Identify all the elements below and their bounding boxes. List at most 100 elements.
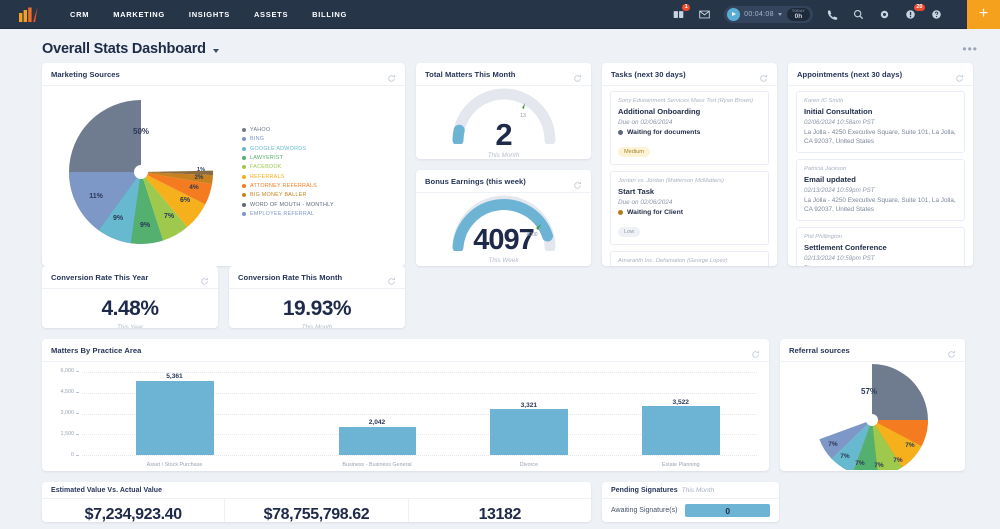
bar-plot-area: 5,361 2,042 3,321 3,522 Asset / Stock Pu…	[82, 372, 757, 468]
appointment-item[interactable]: Karen IC Smith Initial Consultation 02/0…	[796, 91, 965, 153]
bar-asset-stock-purchase[interactable]	[136, 380, 214, 455]
refresh-icon[interactable]	[955, 70, 964, 82]
legend-item[interactable]: LAWYERIST	[242, 155, 334, 161]
time-tracker-widget[interactable]: 00:04:08 TODAY 0h	[724, 5, 813, 23]
refresh-icon[interactable]	[387, 273, 396, 285]
task-item[interactable]: Jordan vs. Jordan (Matterson McMatters) …	[610, 171, 769, 245]
page-options-menu[interactable]: •••	[962, 42, 978, 56]
card-header: Pending Signatures This Month	[602, 482, 779, 499]
stat-value: 19.93%	[282, 297, 352, 320]
task-due: Due on 02/06/2024	[618, 119, 673, 126]
referral-pie-label-1: 7%	[905, 442, 915, 449]
y-tick-label: 4,500	[60, 389, 75, 395]
legend-item[interactable]: EMPLOYEE REFERRAL	[242, 211, 334, 217]
pie-chart-marketing: 50% 11% 9% 9% 7% 6% 4% 2% 1%	[68, 100, 214, 245]
card-pending-signatures: Pending Signatures This Month Awaiting S…	[602, 482, 779, 522]
alerts-icon[interactable]: 20	[904, 3, 925, 21]
card-estimated-vs-actual: Estimated Value Vs. Actual Value $7,234,…	[42, 482, 591, 522]
appointment-client: Patricia Jackson	[804, 166, 847, 172]
mail-icon[interactable]	[698, 8, 711, 21]
nav-link-billing[interactable]: BILLING	[312, 10, 347, 19]
timer-value: 00:04:08	[744, 10, 774, 18]
timer-play-icon[interactable]	[727, 7, 741, 21]
card-matters-by-practice-area: Matters By Practice Area 5,361 2,042 3,3…	[42, 339, 769, 471]
timer-chevron-down-icon[interactable]	[777, 12, 782, 16]
bonus-earnings-gauge: 4000 4097 This Week Goal: 4000 • Max Val…	[416, 193, 591, 266]
total-matters-gauge: 13 2 This Month Goal: 13 • Max Value: 20	[416, 86, 591, 159]
legend-label: EMPLOYEE REFERRAL	[250, 210, 315, 217]
card-title: Marketing Sources	[51, 70, 120, 79]
card-subtitle: This Month	[681, 487, 715, 494]
legend-label: ATTORNEY REFERRALS	[250, 182, 318, 189]
card-header: Marketing Sources	[42, 63, 405, 86]
phone-icon[interactable]	[826, 8, 839, 21]
refresh-icon[interactable]	[573, 70, 582, 82]
bar-estate-planning[interactable]	[642, 406, 720, 455]
nav-link-marketing[interactable]: MARKETING	[113, 10, 165, 19]
refresh-icon[interactable]	[759, 70, 768, 82]
card-conversion-year: Conversion Rate This Year 4.48% This Yea…	[42, 266, 218, 328]
refresh-icon[interactable]	[200, 273, 209, 285]
awaiting-signature-value: 0	[725, 505, 731, 516]
nav-link-assets[interactable]: ASSETS	[254, 10, 288, 19]
nav-link-insights[interactable]: INSIGHTS	[189, 10, 230, 19]
today-label: TODAY	[791, 8, 805, 13]
bar-category-label: Estate Planning	[661, 462, 700, 468]
help-icon[interactable]	[930, 8, 943, 21]
legend-item[interactable]: GOOGLE ADWORDS	[242, 146, 334, 152]
marketing-sources-chart: 50% 11% 9% 9% 7% 6% 4% 2% 1% YAHOO BING …	[42, 86, 405, 260]
card-header: Bonus Earnings (this week)	[416, 170, 591, 193]
status-dot-icon	[618, 130, 623, 135]
refresh-icon[interactable]	[751, 346, 760, 358]
dashboard-row-conversions: Conversion Rate This Year 4.48% This Yea…	[42, 266, 978, 328]
legend-item[interactable]: BIG MONEY BALLER	[242, 192, 334, 198]
stat-subtitle: This Month	[301, 324, 333, 328]
legend-item[interactable]: ATTORNEY REFERRALS	[242, 183, 334, 189]
bar-category-label: Asset / Stock Purchase	[146, 462, 203, 468]
refresh-icon[interactable]	[947, 346, 956, 358]
card-title: Appointments (next 30 days)	[797, 70, 903, 79]
legend-item[interactable]: BING	[242, 136, 334, 142]
nav-link-crm[interactable]: CRM	[70, 10, 89, 19]
add-new-button[interactable]: +	[967, 0, 1000, 29]
legend-dot-icon	[242, 137, 246, 142]
search-icon[interactable]	[852, 8, 865, 21]
y-tick-label: 0	[71, 452, 74, 458]
task-matter: Amaranth Inc. Defamation (George Lopez)	[618, 258, 728, 264]
legend-item[interactable]: FACEBOOK	[242, 164, 334, 170]
task-item[interactable]: Amaranth Inc. Defamation (George Lopez) …	[610, 251, 769, 266]
task-status-label: Waiting for documents	[627, 129, 701, 136]
card-title: Tasks (next 30 days)	[611, 70, 686, 79]
task-item[interactable]: Sony Edutainment Services Mass Tort (Rya…	[610, 91, 769, 165]
card-header: Referral sources	[780, 339, 965, 362]
pie-label-2: 9%	[113, 215, 124, 222]
appointment-item[interactable]: Patricia Jackson Email updated 02/13/202…	[796, 159, 965, 221]
legend-item[interactable]: YAHOO	[242, 127, 334, 133]
task-title: Start Task	[618, 187, 655, 196]
bar-category-label: Business - Business General	[342, 462, 412, 468]
awaiting-signature-bar[interactable]: 0	[685, 504, 770, 517]
appointment-item[interactable]: Phil Phillington Settlement Conference 0…	[796, 227, 965, 266]
actual-value: $78,755,798.62	[263, 506, 370, 522]
primary-nav-links: CRM MARKETING INSIGHTS ASSETS BILLING	[70, 10, 347, 19]
app-logo[interactable]	[0, 6, 56, 23]
bar-business-general[interactable]	[338, 426, 417, 455]
dashboard-chevron-down-icon[interactable]	[212, 48, 219, 53]
bar-divorce[interactable]	[490, 409, 568, 455]
refresh-icon[interactable]	[573, 177, 582, 189]
tasks-list[interactable]: Sony Edutainment Services Mass Tort (Rya…	[602, 86, 777, 266]
legend-item[interactable]: WORD OF MOUTH - MONTHLY	[242, 202, 334, 208]
refresh-icon[interactable]	[387, 70, 396, 82]
gear-icon[interactable]	[878, 8, 891, 21]
legend-label: LAWYERIST	[250, 155, 284, 162]
dashboard-grid: Marketing Sources 50% 11% 9% 9% 7% 6% 4%…	[0, 63, 1000, 522]
legend-item[interactable]: REFERRALS	[242, 174, 334, 180]
task-matter: Sony Edutainment Services Mass Tort (Rya…	[618, 98, 754, 104]
card-title: Estimated Value Vs. Actual Value	[51, 487, 163, 494]
stat-value: 4.48%	[101, 297, 159, 320]
bar-category-label: Divorce	[519, 462, 538, 468]
card-header: Total Matters This Month	[416, 63, 591, 86]
appointment-location: Phone	[804, 265, 957, 266]
appointments-list[interactable]: Karen IC Smith Initial Consultation 02/0…	[788, 86, 973, 266]
notifications-icon[interactable]: 1	[672, 3, 691, 21]
